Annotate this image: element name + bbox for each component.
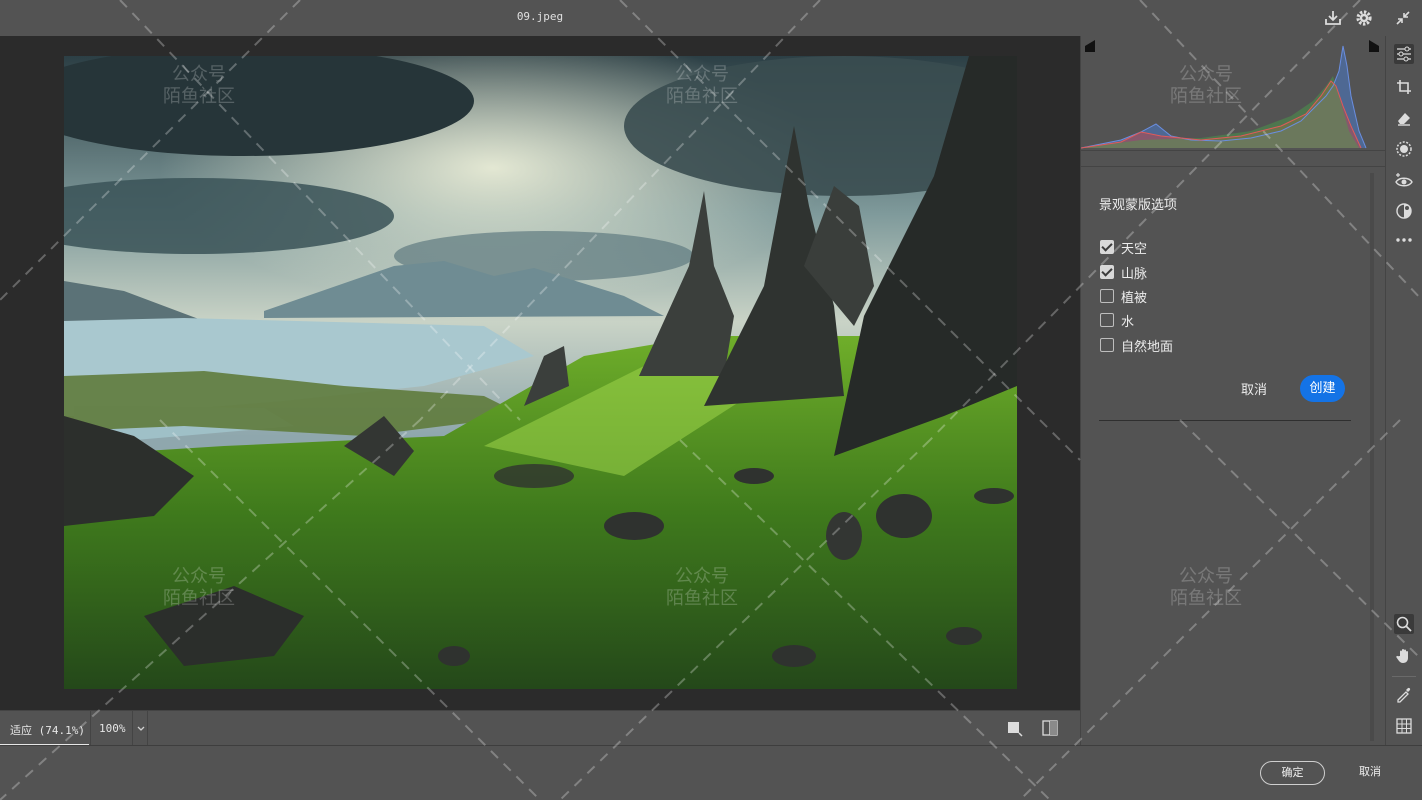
panel-divider	[1099, 420, 1351, 421]
footer-cancel-button[interactable]: 取消	[1345, 761, 1395, 785]
checkbox-vegetation[interactable]	[1100, 289, 1114, 303]
option-water[interactable]: 水	[1100, 311, 1135, 330]
gear-icon[interactable]	[1354, 8, 1374, 28]
zoom-bar: 适应 (74.1%) 100%	[0, 710, 1080, 746]
ok-button[interactable]: 确定	[1260, 761, 1325, 785]
option-natural-ground[interactable]: 自然地面	[1100, 336, 1174, 355]
checkbox-mountains[interactable]	[1100, 265, 1114, 279]
red-eye-icon[interactable]	[1394, 172, 1414, 192]
option-sky[interactable]: 天空	[1100, 238, 1148, 257]
color-sampler-icon[interactable]	[1394, 684, 1414, 704]
panel-title: 景观蒙版选项	[1099, 198, 1178, 213]
panel-separator	[1081, 166, 1386, 167]
option-natural-ground-label: 自然地面	[1121, 339, 1174, 355]
split-view-icon[interactable]	[1041, 719, 1059, 737]
mask-icon[interactable]	[1394, 139, 1414, 159]
option-vegetation-label: 植被	[1121, 290, 1148, 306]
hand-tool-icon[interactable]	[1394, 646, 1414, 666]
app-window: 09.jpeg 适应 (74.1%) 100% 景观蒙版选项 天空 山脉 植被 …	[0, 0, 1422, 800]
panel-cancel-button[interactable]: 取消	[1241, 379, 1267, 398]
export-icon[interactable]	[1323, 8, 1343, 28]
panel-scrollbar[interactable]	[1370, 173, 1374, 741]
checkbox-natural-ground[interactable]	[1100, 338, 1114, 352]
dialog-footer: 确定 取消	[0, 745, 1422, 800]
option-water-label: 水	[1121, 314, 1135, 330]
zoom-100-button[interactable]: 100%	[90, 711, 132, 746]
before-after-icon[interactable]	[1006, 719, 1024, 737]
option-mountains[interactable]: 山脉	[1100, 263, 1148, 282]
zoom-dropdown[interactable]	[132, 711, 148, 746]
more-options-icon[interactable]	[1394, 230, 1414, 250]
zoom-tool-icon[interactable]	[1394, 614, 1414, 634]
right-panel: 景观蒙版选项 天空 山脉 植被 水 自然地面 取消 创建	[1080, 36, 1386, 745]
zoom-fit-button[interactable]: 适应 (74.1%)	[0, 711, 89, 746]
crop-icon[interactable]	[1394, 77, 1414, 97]
checkbox-water[interactable]	[1100, 313, 1114, 327]
grid-icon[interactable]	[1394, 716, 1414, 736]
histogram	[1080, 36, 1386, 151]
option-vegetation[interactable]: 植被	[1100, 287, 1148, 306]
tool-separator	[1392, 676, 1416, 677]
tool-strip	[1385, 36, 1422, 745]
collapse-icon[interactable]	[1393, 8, 1413, 28]
image-canvas[interactable]	[0, 36, 1080, 710]
option-mountains-label: 山脉	[1121, 266, 1148, 282]
checkbox-sky[interactable]	[1100, 240, 1114, 254]
presets-icon[interactable]	[1394, 201, 1414, 221]
landscape-photo	[64, 56, 1017, 689]
file-name: 09.jpeg	[516, 10, 564, 23]
create-button[interactable]: 创建	[1300, 375, 1345, 402]
eraser-icon[interactable]	[1394, 108, 1414, 128]
top-bar: 09.jpeg	[0, 0, 1422, 36]
edit-sliders-icon[interactable]	[1394, 44, 1414, 64]
option-sky-label: 天空	[1121, 241, 1148, 257]
